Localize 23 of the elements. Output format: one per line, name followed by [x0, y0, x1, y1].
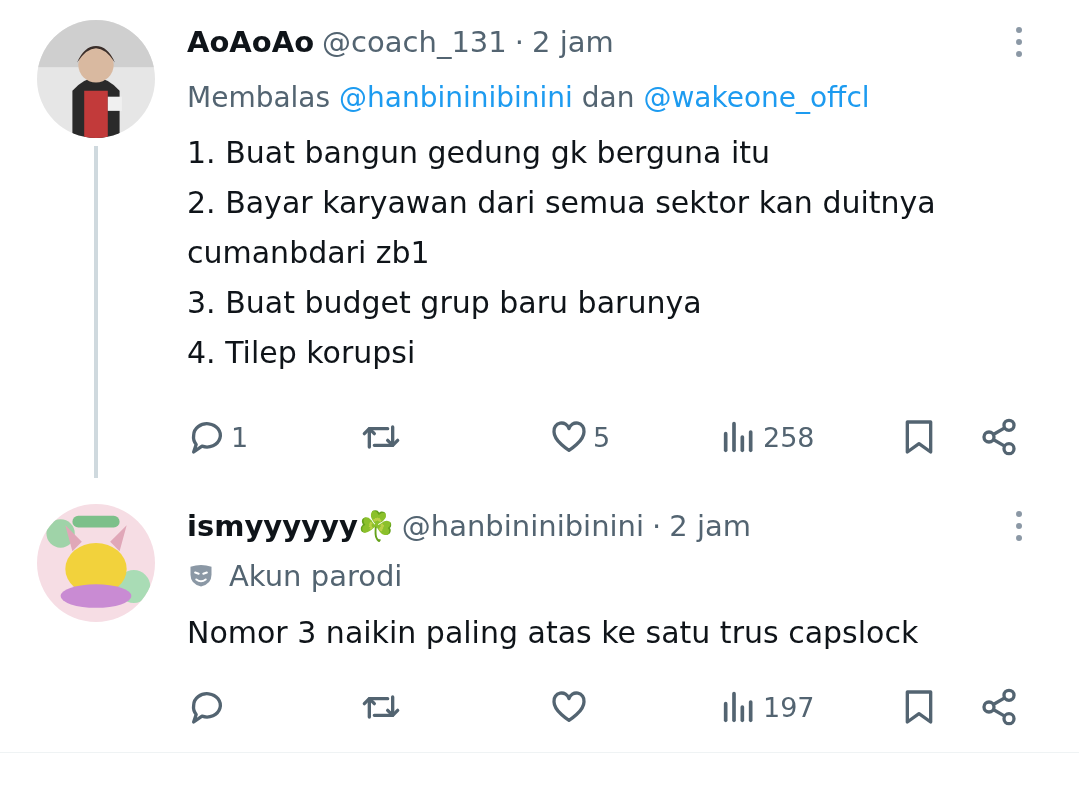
tweet-text: Nomor 3 naikin paling atas ke satu trus capslock [187, 614, 920, 652]
views-count: 258 [763, 421, 815, 453]
tweet-text: 4. Tilep korupsi [187, 334, 417, 372]
reply-context: Membalas @hanbininibinini dan @wakeone_offcl [187, 80, 871, 116]
share-icon[interactable] [979, 417, 1019, 457]
tweet-text: 1. Buat bangun gedung gk berguna itu [187, 134, 771, 172]
separator-dot: · [514, 25, 524, 59]
parody-label: Akun parodi [229, 559, 403, 593]
tweet-text: 3. Buat budget grup baru barunya [187, 284, 703, 322]
like-count: 5 [593, 421, 611, 453]
handle[interactable]: @coach_131 [322, 25, 507, 59]
display-name[interactable]: AoAoAo [187, 25, 315, 59]
reply-count: 1 [231, 421, 249, 453]
timestamp[interactable]: 2 jam [531, 25, 614, 59]
views-count: 197 [763, 691, 815, 723]
tweet-text: 2. Bayar karyawan dari semua sektor kan duitnya cumanbdari zb1 [187, 184, 937, 272]
more-options-icon[interactable] [1015, 26, 1023, 58]
separator-dot: · [652, 509, 662, 543]
handle[interactable]: @hanbininibinini [401, 509, 645, 543]
more-options-icon[interactable] [1015, 510, 1023, 542]
share-icon[interactable] [979, 687, 1019, 727]
display-name[interactable]: ismyyyyyy☘ [187, 509, 394, 543]
timestamp[interactable]: 2 jam [669, 509, 752, 543]
